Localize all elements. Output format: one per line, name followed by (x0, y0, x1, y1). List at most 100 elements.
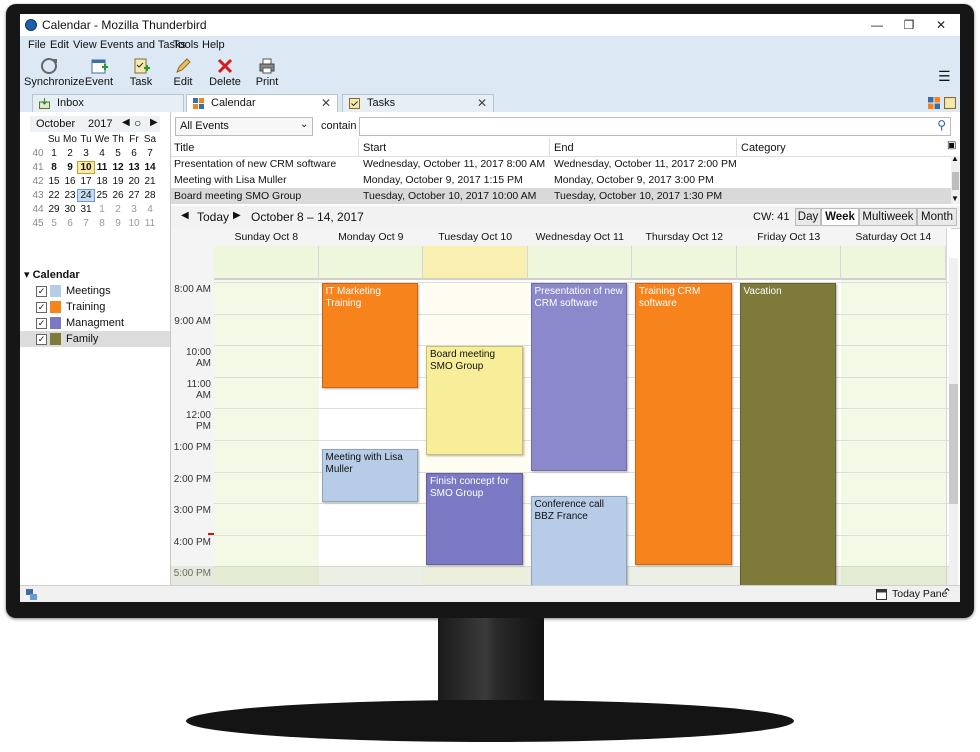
today-circle-icon[interactable]: ○ (134, 116, 141, 130)
calendar-list-header[interactable]: ▾ Calendar (24, 268, 80, 281)
column-title[interactable]: Title (174, 142, 194, 154)
minical-day[interactable]: 24 (77, 189, 95, 202)
tab-inbox[interactable]: Inbox (32, 94, 184, 112)
today-button[interactable]: Today (197, 210, 229, 224)
minical-day[interactable]: 8 (46, 162, 62, 173)
calendar-item-managment[interactable]: ✓ Managment (20, 315, 170, 331)
minical-day[interactable]: 1 (94, 204, 110, 215)
minical-day[interactable]: 3 (126, 204, 142, 215)
minimize-button[interactable]: — (860, 14, 894, 36)
view-day-button[interactable]: Day (795, 208, 821, 226)
calendar-event[interactable]: Board meeting SMO Group (426, 346, 523, 455)
event-list-scrollbar[interactable]: ▲ ▼ (951, 154, 960, 204)
minical-day[interactable]: 5 (110, 148, 126, 159)
menu-edit[interactable]: Edit (50, 39, 69, 51)
table-row[interactable]: Presentation of new CRM software Wednesd… (171, 156, 951, 172)
day-header[interactable]: Monday Oct 9 (318, 228, 424, 247)
calendar-event[interactable]: IT Marketing Training (321, 283, 418, 389)
minical-day[interactable]: 10 (126, 218, 142, 229)
minical-day[interactable]: 1 (46, 148, 62, 159)
menu-view[interactable]: View (73, 39, 97, 51)
minical-day[interactable]: 28 (142, 190, 158, 201)
all-day-area[interactable] (632, 246, 737, 280)
online-status-icon[interactable] (26, 589, 37, 600)
scroll-down-icon[interactable]: ▼ (951, 194, 959, 203)
scroll-thumb[interactable] (949, 384, 958, 504)
view-week-button[interactable]: Week (821, 208, 859, 226)
calendar-event[interactable]: Vacation (739, 283, 836, 585)
minical-day[interactable]: 7 (78, 218, 94, 229)
calendar-event[interactable]: Training CRM software (635, 283, 732, 566)
calendar-item-family[interactable]: ✓ Family (20, 331, 170, 347)
checkbox-checked-icon[interactable]: ✓ (36, 318, 47, 329)
close-button[interactable]: ✕ (924, 14, 958, 36)
tasks-pane-icon[interactable] (944, 97, 956, 109)
scroll-up-icon[interactable]: ▲ (951, 154, 959, 163)
minical-day[interactable]: 22 (46, 190, 62, 201)
minical-month[interactable]: October (36, 118, 75, 130)
minical-day[interactable]: 23 (62, 190, 78, 201)
minical-day[interactable]: 13 (126, 162, 142, 173)
day-header[interactable]: Saturday Oct 14 (841, 228, 947, 247)
tab-calendar[interactable]: Calendar ✕ (186, 94, 338, 112)
calendar-event[interactable]: Presentation of new CRM software (530, 283, 627, 471)
minical-day[interactable]: 6 (126, 148, 142, 159)
calendar-item-meetings[interactable]: ✓ Meetings (20, 283, 170, 299)
all-day-area[interactable] (214, 246, 319, 280)
checkbox-checked-icon[interactable]: ✓ (36, 334, 47, 345)
next-week-icon[interactable]: ▶ (233, 210, 241, 221)
minical-day[interactable]: 6 (62, 218, 78, 229)
today-pane-toggle[interactable]: Today Pane (892, 588, 947, 600)
all-day-area[interactable] (423, 246, 528, 280)
minical-day[interactable]: 9 (110, 218, 126, 229)
column-start[interactable]: Start (363, 142, 386, 154)
minical-day[interactable]: 29 (46, 204, 62, 215)
column-category[interactable]: Category (741, 142, 786, 154)
minical-day[interactable]: 8 (94, 218, 110, 229)
scroll-thumb[interactable] (952, 172, 959, 190)
minical-day[interactable]: 16 (62, 176, 78, 187)
minical-day[interactable]: 20 (126, 176, 142, 187)
minical-day[interactable]: 14 (142, 162, 158, 173)
search-icon[interactable]: ⚲ (937, 118, 946, 132)
menu-help[interactable]: Help (202, 39, 225, 51)
minical-day[interactable]: 21 (142, 176, 158, 187)
minical-day[interactable]: 4 (142, 204, 158, 215)
event-filter-select[interactable]: All Events ⌄ (175, 117, 313, 136)
checkbox-checked-icon[interactable]: ✓ (36, 286, 47, 297)
calendar-event[interactable]: Meeting with Lisa Muller (321, 448, 418, 503)
calendar-pane-icon[interactable] (928, 97, 940, 109)
minical-day[interactable]: 11 (142, 218, 158, 229)
app-menu-icon[interactable]: ☰ (938, 68, 951, 85)
minical-day[interactable]: 7 (142, 148, 158, 159)
search-input[interactable]: ⚲ (359, 117, 951, 136)
print-button[interactable]: Print (242, 54, 292, 92)
synchronize-button[interactable]: Synchronize (24, 54, 85, 92)
minical-day[interactable]: 27 (126, 190, 142, 201)
minical-day[interactable]: 2 (110, 204, 126, 215)
previous-week-icon[interactable]: ◀ (181, 210, 189, 221)
minical-day[interactable]: 25 (94, 190, 110, 201)
view-month-button[interactable]: Month (917, 208, 957, 226)
minical-day[interactable]: 9 (62, 162, 78, 173)
table-row[interactable]: Meeting with Lisa Muller Monday, October… (171, 172, 951, 188)
view-multiweek-button[interactable]: Multiweek (859, 208, 917, 226)
close-tab-icon[interactable]: ✕ (321, 96, 331, 110)
minical-day[interactable]: 5 (46, 218, 62, 229)
menu-file[interactable]: File (28, 39, 46, 51)
minical-day[interactable]: 18 (94, 176, 110, 187)
day-header[interactable]: Friday Oct 13 (736, 228, 842, 247)
column-picker-icon[interactable]: ▣ (947, 140, 956, 151)
minical-day[interactable]: 26 (110, 190, 126, 201)
minical-day[interactable]: 12 (110, 162, 126, 173)
minical-day[interactable]: 2 (62, 148, 78, 159)
minical-day[interactable]: 17 (78, 176, 94, 187)
calendar-event[interactable]: Finish concept for SMO Group (426, 472, 523, 566)
minical-day[interactable]: 30 (62, 204, 78, 215)
calendar-item-training[interactable]: ✓ Training (20, 299, 170, 315)
minical-day[interactable]: 11 (94, 162, 110, 173)
maximize-button[interactable]: ❐ (892, 14, 926, 36)
minical-day[interactable]: 19 (110, 176, 126, 187)
checkbox-checked-icon[interactable]: ✓ (36, 302, 47, 313)
day-header[interactable]: Thursday Oct 12 (632, 228, 738, 247)
